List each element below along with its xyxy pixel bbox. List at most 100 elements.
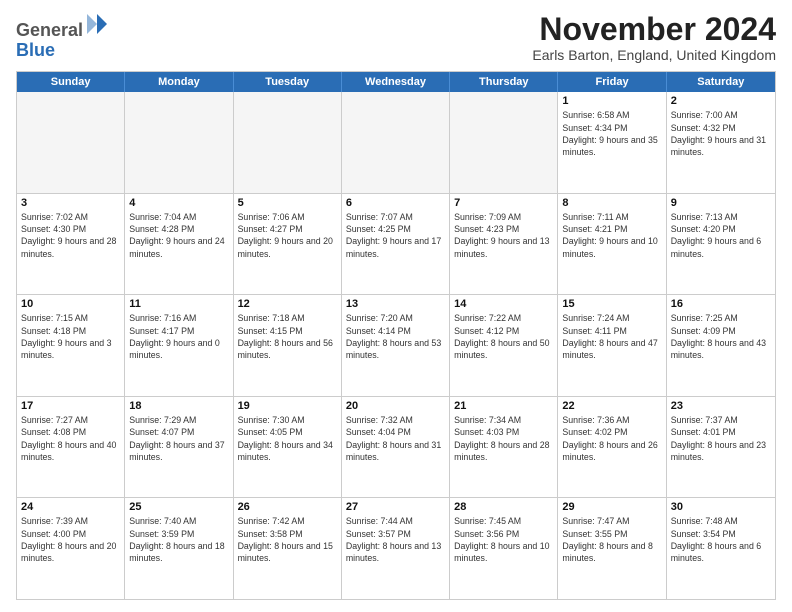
day-number: 14 [454,298,553,310]
cal-cell: 13 Sunrise: 7:20 AM Sunset: 4:14 PM Dayli… [342,295,450,396]
day-detail: Sunrise: 7:25 AM Sunset: 4:09 PM Dayligh… [671,312,771,361]
cal-header-cell-saturday: Saturday [667,72,775,92]
cal-cell [125,92,233,193]
day-detail: Sunrise: 7:16 AM Sunset: 4:17 PM Dayligh… [129,312,228,361]
cal-cell: 9 Sunrise: 7:13 AM Sunset: 4:20 PM Daylig… [667,194,775,295]
day-number: 5 [238,197,337,209]
title-block: November 2024 Earls Barton, England, Uni… [532,12,776,63]
cal-cell: 21 Sunrise: 7:34 AM Sunset: 4:03 PM Dayli… [450,397,558,498]
cal-cell [234,92,342,193]
day-detail: Sunrise: 7:02 AM Sunset: 4:30 PM Dayligh… [21,211,120,260]
cal-cell: 26Sunrise: 7:42 AM Sunset: 3:58 PM Dayli… [234,498,342,599]
day-number: 4 [129,197,228,209]
logo: General Blue [16,12,109,61]
cal-cell: 4 Sunrise: 7:04 AM Sunset: 4:28 PM Daylig… [125,194,233,295]
cal-cell: 8Sunrise: 7:11 AM Sunset: 4:21 PM Daylig… [558,194,666,295]
cal-cell: 19 Sunrise: 7:30 AM Sunset: 4:05 PM Dayli… [234,397,342,498]
cal-header-cell-wednesday: Wednesday [342,72,450,92]
day-number: 12 [238,298,337,310]
cal-cell: 14 Sunrise: 7:22 AM Sunset: 4:12 PM Dayli… [450,295,558,396]
cal-cell: 11 Sunrise: 7:16 AM Sunset: 4:17 PM Dayli… [125,295,233,396]
day-detail: Sunrise: 7:22 AM Sunset: 4:12 PM Dayligh… [454,312,553,361]
day-number: 1 [562,95,661,107]
day-detail: Sunrise: 7:40 AM Sunset: 3:59 PM Dayligh… [129,515,228,564]
day-number: 11 [129,298,228,310]
day-number: 18 [129,400,228,412]
month-title: November 2024 [532,12,776,47]
calendar-header: SundayMondayTuesdayWednesdayThursdayFrid… [17,72,775,92]
cal-row-1: 3 Sunrise: 7:02 AM Sunset: 4:30 PM Daylig… [17,194,775,296]
day-detail: Sunrise: 7:09 AM Sunset: 4:23 PM Dayligh… [454,211,553,260]
day-detail: Sunrise: 7:20 AM Sunset: 4:14 PM Dayligh… [346,312,445,361]
day-detail: Sunrise: 7:47 AM Sunset: 3:55 PM Dayligh… [562,515,661,564]
day-detail: Sunrise: 7:44 AM Sunset: 3:57 PM Dayligh… [346,515,445,564]
cal-cell: 12 Sunrise: 7:18 AM Sunset: 4:15 PM Dayli… [234,295,342,396]
cal-cell: 6Sunrise: 7:07 AM Sunset: 4:25 PM Daylig… [342,194,450,295]
day-number: 28 [454,501,553,513]
cal-cell: 17 Sunrise: 7:27 AM Sunset: 4:08 PM Dayli… [17,397,125,498]
day-detail: Sunrise: 7:34 AM Sunset: 4:03 PM Dayligh… [454,414,553,463]
location: Earls Barton, England, United Kingdom [532,47,776,63]
cal-cell: 3 Sunrise: 7:02 AM Sunset: 4:30 PM Daylig… [17,194,125,295]
cal-cell: 16 Sunrise: 7:25 AM Sunset: 4:09 PM Dayli… [667,295,775,396]
cal-cell: 29 Sunrise: 7:47 AM Sunset: 3:55 PM Dayli… [558,498,666,599]
logo-text: General [16,12,109,41]
day-detail: Sunrise: 7:30 AM Sunset: 4:05 PM Dayligh… [238,414,337,463]
cal-cell: 25 Sunrise: 7:40 AM Sunset: 3:59 PM Dayli… [125,498,233,599]
cal-cell: 28 Sunrise: 7:45 AM Sunset: 3:56 PM Dayli… [450,498,558,599]
cal-cell: 22Sunrise: 7:36 AM Sunset: 4:02 PM Dayli… [558,397,666,498]
cal-header-cell-thursday: Thursday [450,72,558,92]
day-number: 13 [346,298,445,310]
day-detail: Sunrise: 7:45 AM Sunset: 3:56 PM Dayligh… [454,515,553,564]
day-detail: Sunrise: 7:18 AM Sunset: 4:15 PM Dayligh… [238,312,337,361]
logo-icon [85,12,109,36]
day-number: 30 [671,501,771,513]
cal-cell [342,92,450,193]
day-detail: Sunrise: 7:04 AM Sunset: 4:28 PM Dayligh… [129,211,228,260]
day-number: 21 [454,400,553,412]
day-number: 15 [562,298,661,310]
header: General Blue November 2024 Earls Barton,… [16,12,776,63]
day-detail: Sunrise: 7:39 AM Sunset: 4:00 PM Dayligh… [21,515,120,564]
day-detail: Sunrise: 7:15 AM Sunset: 4:18 PM Dayligh… [21,312,120,361]
day-detail: Sunrise: 7:13 AM Sunset: 4:20 PM Dayligh… [671,211,771,260]
day-detail: Sunrise: 7:29 AM Sunset: 4:07 PM Dayligh… [129,414,228,463]
cal-cell: 15 Sunrise: 7:24 AM Sunset: 4:11 PM Dayli… [558,295,666,396]
day-detail: Sunrise: 7:37 AM Sunset: 4:01 PM Dayligh… [671,414,771,463]
day-number: 23 [671,400,771,412]
cal-cell: 30Sunrise: 7:48 AM Sunset: 3:54 PM Dayli… [667,498,775,599]
calendar-body: 1Sunrise: 6:58 AM Sunset: 4:34 PM Daylig… [17,92,775,599]
day-number: 16 [671,298,771,310]
day-number: 2 [671,95,771,107]
logo-general: General [16,20,83,40]
day-number: 6 [346,197,445,209]
cal-cell: 18 Sunrise: 7:29 AM Sunset: 4:07 PM Dayli… [125,397,233,498]
day-number: 8 [562,197,661,209]
cal-cell: 24 Sunrise: 7:39 AM Sunset: 4:00 PM Dayli… [17,498,125,599]
day-detail: Sunrise: 7:06 AM Sunset: 4:27 PM Dayligh… [238,211,337,260]
day-number: 26 [238,501,337,513]
cal-cell: 27Sunrise: 7:44 AM Sunset: 3:57 PM Dayli… [342,498,450,599]
day-number: 9 [671,197,771,209]
cal-header-cell-monday: Monday [125,72,233,92]
cal-cell: 2Sunrise: 7:00 AM Sunset: 4:32 PM Daylig… [667,92,775,193]
logo-blue-text: Blue [16,41,109,61]
day-number: 29 [562,501,661,513]
cal-cell: 1Sunrise: 6:58 AM Sunset: 4:34 PM Daylig… [558,92,666,193]
cal-header-cell-tuesday: Tuesday [234,72,342,92]
cal-cell: 10Sunrise: 7:15 AM Sunset: 4:18 PM Dayli… [17,295,125,396]
logo-blue: Blue [16,40,55,60]
day-number: 19 [238,400,337,412]
day-number: 25 [129,501,228,513]
day-number: 24 [21,501,120,513]
calendar: SundayMondayTuesdayWednesdayThursdayFrid… [16,71,776,600]
page: General Blue November 2024 Earls Barton,… [0,0,792,612]
day-number: 3 [21,197,120,209]
cal-row-0: 1Sunrise: 6:58 AM Sunset: 4:34 PM Daylig… [17,92,775,194]
cal-cell [17,92,125,193]
cal-row-4: 24 Sunrise: 7:39 AM Sunset: 4:00 PM Dayli… [17,498,775,599]
day-detail: Sunrise: 7:27 AM Sunset: 4:08 PM Dayligh… [21,414,120,463]
day-number: 17 [21,400,120,412]
cal-cell: 5 Sunrise: 7:06 AM Sunset: 4:27 PM Daylig… [234,194,342,295]
day-detail: Sunrise: 7:24 AM Sunset: 4:11 PM Dayligh… [562,312,661,361]
